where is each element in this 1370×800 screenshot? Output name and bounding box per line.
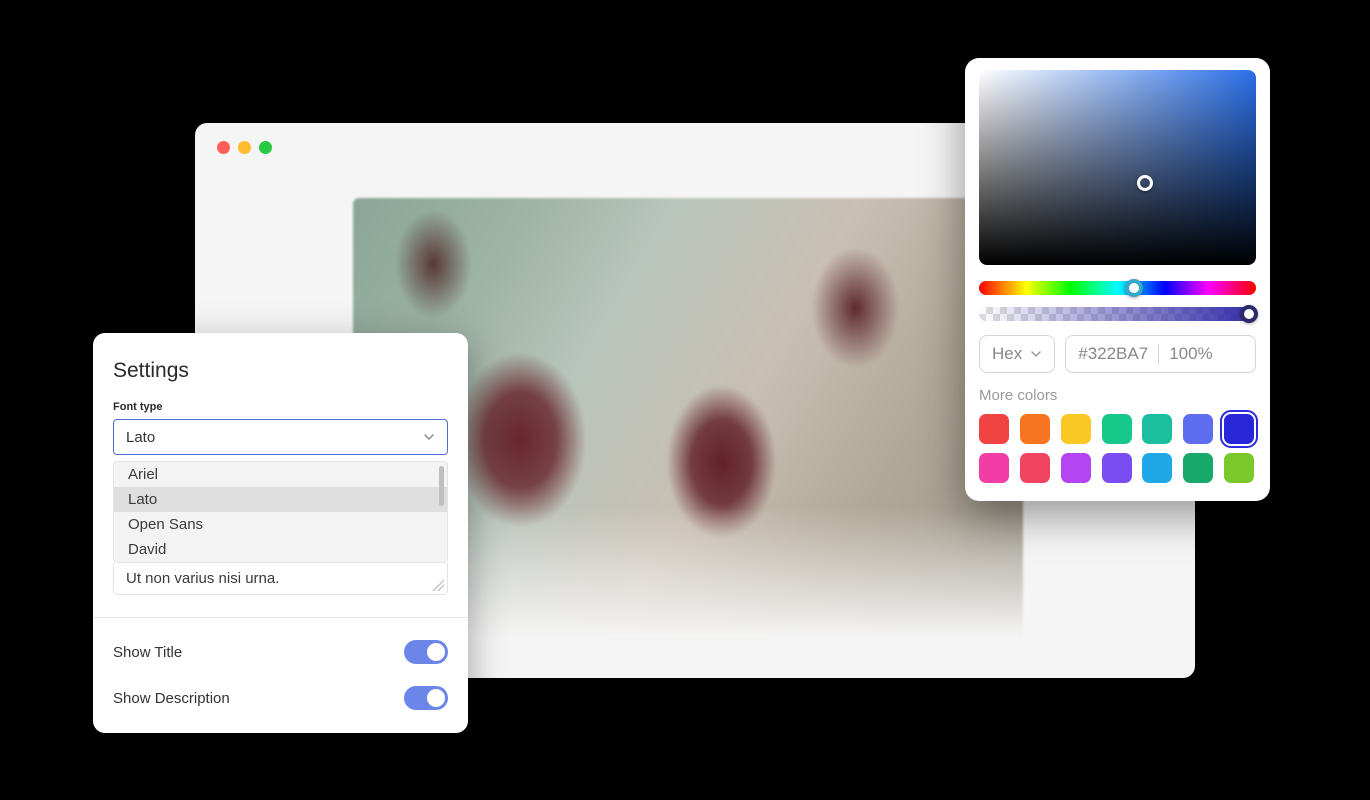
opacity-value: 100% — [1169, 344, 1212, 364]
color-value-row: Hex #322BA7 100% — [979, 335, 1256, 373]
color-format-select[interactable]: Hex — [979, 335, 1055, 373]
alpha-slider[interactable] — [979, 307, 1256, 321]
settings-panel: Settings Font type Lato Ariel Lato Open … — [93, 333, 468, 733]
show-description-row: Show Description — [113, 686, 448, 710]
color-picker-panel: Hex #322BA7 100% More colors — [965, 58, 1270, 501]
color-swatch[interactable] — [1183, 453, 1213, 483]
font-option-open-sans[interactable]: Open Sans — [114, 512, 447, 537]
description-textarea[interactable]: Ut non varius nisi urna. — [113, 563, 448, 595]
show-description-label: Show Description — [113, 690, 230, 707]
font-option-david[interactable]: David — [114, 537, 447, 562]
font-type-dropdown: Ariel Lato Open Sans David — [113, 461, 448, 563]
color-swatch[interactable] — [1142, 414, 1172, 444]
color-format-label: Hex — [992, 344, 1022, 364]
color-swatch[interactable] — [1183, 414, 1213, 444]
color-swatch[interactable] — [1102, 453, 1132, 483]
color-swatch[interactable] — [1061, 453, 1091, 483]
more-colors-label: More colors — [979, 387, 1256, 404]
show-title-toggle[interactable] — [404, 640, 448, 664]
color-swatch[interactable] — [1020, 453, 1050, 483]
value-divider — [1158, 344, 1159, 364]
color-swatch[interactable] — [1061, 414, 1091, 444]
saturation-lightness-area[interactable] — [979, 70, 1256, 265]
alpha-slider-thumb[interactable] — [1240, 305, 1258, 323]
color-swatch[interactable] — [1102, 414, 1132, 444]
settings-title: Settings — [113, 359, 448, 383]
swatch-grid — [979, 414, 1256, 483]
hex-value-box[interactable]: #322BA7 100% — [1065, 335, 1256, 373]
font-type-select[interactable]: Lato — [113, 419, 448, 455]
close-window-button[interactable] — [217, 141, 230, 154]
show-title-label: Show Title — [113, 644, 182, 661]
resize-handle-icon[interactable] — [432, 579, 444, 591]
dropdown-scrollbar[interactable] — [439, 466, 444, 506]
color-swatch[interactable] — [979, 414, 1009, 444]
color-cursor[interactable] — [1137, 175, 1153, 191]
show-title-row: Show Title — [113, 640, 448, 664]
maximize-window-button[interactable] — [259, 141, 272, 154]
divider — [93, 617, 468, 618]
color-swatch[interactable] — [1224, 453, 1254, 483]
font-type-selected-value: Lato — [126, 429, 155, 446]
chevron-down-icon — [423, 431, 435, 443]
font-type-label: Font type — [113, 401, 448, 413]
show-description-toggle[interactable] — [404, 686, 448, 710]
chevron-down-icon — [1030, 348, 1042, 360]
color-swatch[interactable] — [1020, 414, 1050, 444]
font-option-lato[interactable]: Lato — [114, 487, 447, 512]
hex-value: #322BA7 — [1078, 344, 1148, 364]
color-swatch[interactable] — [1142, 453, 1172, 483]
color-swatch[interactable] — [979, 453, 1009, 483]
color-swatch[interactable] — [1224, 414, 1254, 444]
hue-slider-thumb[interactable] — [1125, 279, 1143, 297]
minimize-window-button[interactable] — [238, 141, 251, 154]
description-text: Ut non varius nisi urna. — [126, 570, 279, 587]
hue-slider[interactable] — [979, 281, 1256, 295]
font-option-ariel[interactable]: Ariel — [114, 462, 447, 487]
